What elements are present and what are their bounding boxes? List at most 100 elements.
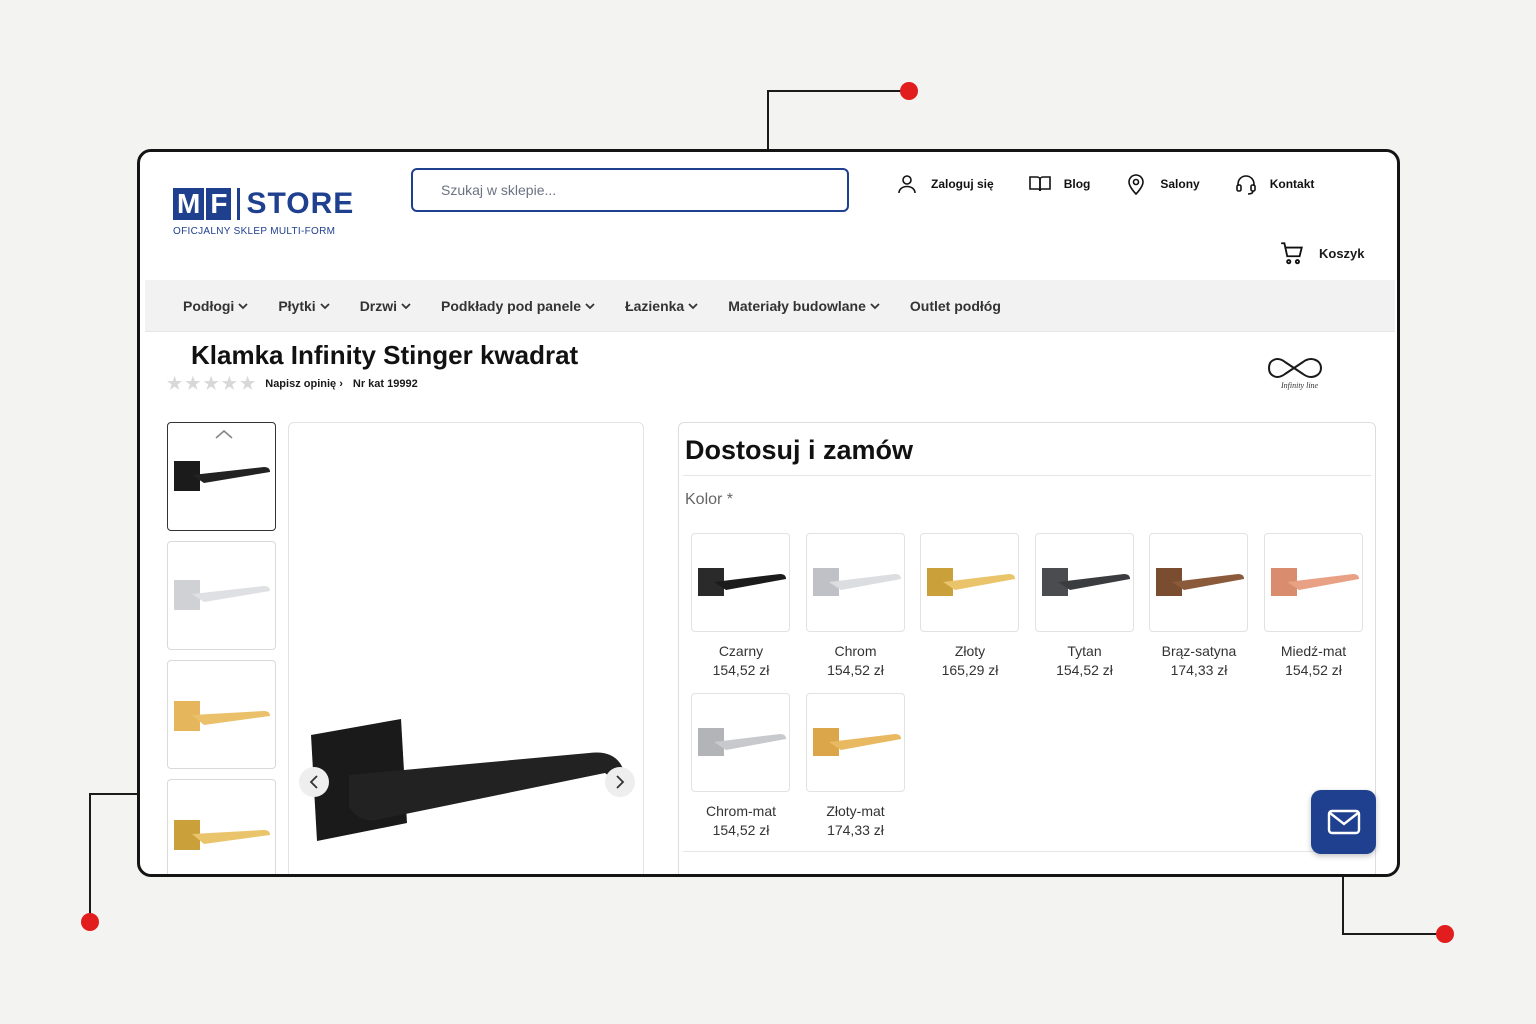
color-option-name: Brąz-satyna xyxy=(1161,643,1237,659)
handle-image-black xyxy=(174,461,270,491)
chevron-down-icon xyxy=(320,302,330,309)
next-image-button[interactable] xyxy=(605,767,635,797)
main-product-image[interactable] xyxy=(288,422,644,874)
logo-mark: M F xyxy=(173,188,232,220)
contact-mail-button[interactable] xyxy=(1311,790,1376,854)
connector-dot-right xyxy=(1436,925,1454,943)
nav-item-building-materials[interactable]: Materiały budowlane xyxy=(728,298,880,314)
connector-line-top-vertical xyxy=(767,90,769,150)
color-option-chrom-mat[interactable]: Chrom-mat 154,52 zł xyxy=(691,693,791,838)
blog-link[interactable]: Blog xyxy=(1028,172,1090,196)
showrooms-link[interactable]: Salony xyxy=(1124,172,1200,196)
chevron-right-icon xyxy=(616,775,625,789)
store-logo[interactable]: M F STORE OFICJALNY SKLEP MULTI-FORM xyxy=(173,188,354,237)
thumbnail-gold[interactable] xyxy=(167,779,276,874)
customize-title: Dostosuj i zamów xyxy=(685,435,914,465)
contact-label: Kontakt xyxy=(1269,177,1315,191)
color-option-name: Chrom xyxy=(834,643,877,659)
logo-separator xyxy=(237,188,241,220)
color-option-price: 154,52 zł xyxy=(827,662,884,678)
thumbnail-black[interactable] xyxy=(167,422,276,531)
thumbnail-chrome[interactable] xyxy=(167,541,276,650)
prev-image-button[interactable] xyxy=(299,767,329,797)
color-option-image xyxy=(1034,533,1134,632)
color-option-price: 154,52 zł xyxy=(712,822,770,838)
color-option-price: 154,52 zł xyxy=(712,662,770,678)
login-label: Zaloguj się xyxy=(931,177,994,191)
color-option-image xyxy=(805,533,905,632)
logo-letter-m: M xyxy=(173,188,205,220)
connector-dot-left xyxy=(81,913,99,931)
nav-item-floors[interactable]: Podłogi xyxy=(183,298,248,314)
star-icon: ★ xyxy=(185,374,201,393)
logo-letter-f: F xyxy=(206,188,232,220)
color-option-name: Chrom-mat xyxy=(705,803,776,819)
color-option-price: 174,33 zł xyxy=(827,822,884,838)
connector-line-left-horizontal xyxy=(89,793,139,795)
color-option-price: 174,33 zł xyxy=(1170,662,1228,678)
user-icon xyxy=(898,175,916,194)
showrooms-label: Salony xyxy=(1160,177,1200,191)
nav-label: Materiały budowlane xyxy=(728,297,866,314)
color-option-price: 154,52 zł xyxy=(1056,662,1113,678)
product-title: Klamka Infinity Stinger kwadrat xyxy=(191,340,579,370)
color-label: Kolor * xyxy=(685,491,734,508)
color-option-chrom[interactable]: Chrom 154,52 zł xyxy=(805,533,906,678)
infinity-line-logo[interactable]: Infinity line xyxy=(1259,344,1329,392)
color-option-price: 165,29 zł xyxy=(941,662,999,678)
color-option-czarny[interactable]: Czarny 154,52 zł xyxy=(691,533,791,678)
color-option-image xyxy=(1149,533,1248,632)
headset-icon xyxy=(1235,175,1256,195)
star-icon: ★ xyxy=(203,374,219,393)
connector-dot-top xyxy=(900,82,918,100)
color-option-brąz-satyna[interactable]: Brąz-satyna 174,33 zł xyxy=(1149,533,1249,678)
rating-stars[interactable]: ★ ★ ★ ★ ★ xyxy=(167,374,255,393)
star-icon: ★ xyxy=(167,374,183,393)
color-option-image xyxy=(1263,533,1363,632)
contact-link[interactable]: Kontakt xyxy=(1234,172,1315,196)
cart-label: Koszyk xyxy=(1319,245,1365,261)
color-option-miedź-mat[interactable]: Miedź-mat 154,52 zł xyxy=(1263,533,1364,678)
nav-item-underlays[interactable]: Podkłady pod panele xyxy=(441,298,595,314)
nav-label: Outlet podłóg xyxy=(909,297,1001,314)
nav-item-bathroom[interactable]: Łazienka xyxy=(625,298,698,314)
nav-label: Płytki xyxy=(278,297,316,314)
connector-line-right-horizontal xyxy=(1342,933,1446,935)
location-pin-icon xyxy=(1128,174,1145,196)
nav-label: Łazienka xyxy=(625,297,685,314)
divider xyxy=(683,851,1371,852)
nav-item-outlet[interactable]: Outlet podłóg xyxy=(910,298,1001,314)
handle-image-chrome xyxy=(174,580,270,610)
connector-line-left-vertical xyxy=(89,793,91,921)
chevron-down-icon xyxy=(238,302,248,309)
mail-icon xyxy=(1327,809,1360,835)
page: M F STORE OFICJALNY SKLEP MULTI-FORM Zal… xyxy=(145,152,1395,874)
brand-logo-text: Infinity line xyxy=(1280,381,1319,390)
login-link[interactable]: Zaloguj się xyxy=(895,172,994,196)
nav-item-doors[interactable]: Drzwi xyxy=(360,298,411,314)
color-option-image xyxy=(805,693,905,792)
color-option-name: Złoty-mat xyxy=(826,803,885,819)
color-option-image xyxy=(691,533,790,632)
header-links: Zaloguj się Blog Salony Kontakt xyxy=(895,172,1348,196)
handle-image-gold xyxy=(174,820,270,850)
nav-label: Drzwi xyxy=(359,297,398,314)
color-option-name: Złoty xyxy=(954,643,986,659)
product-meta: ★ ★ ★ ★ ★ Napisz opinię › Nr kat 19992 xyxy=(167,374,418,393)
chevron-up-icon[interactable] xyxy=(215,429,233,439)
write-review-label: Napisz opinię xyxy=(265,378,337,390)
color-option-tytan[interactable]: Tytan 154,52 zł xyxy=(1034,533,1135,678)
star-icon: ★ xyxy=(221,374,237,393)
chevron-down-icon xyxy=(688,302,698,309)
cart-button[interactable]: Koszyk xyxy=(1279,240,1365,266)
write-review-link[interactable]: Napisz opinię › xyxy=(265,378,343,390)
nav-label: Podkłady pod panele xyxy=(441,297,582,314)
color-option-złoty[interactable]: Złoty 165,29 zł xyxy=(920,533,1020,678)
nav-item-tiles[interactable]: Płytki xyxy=(278,297,330,314)
catalog-number: Nr kat 19992 xyxy=(352,378,418,390)
color-option-złoty-mat[interactable]: Złoty-mat 174,33 zł xyxy=(805,693,906,838)
thumbnail-gold-matte[interactable] xyxy=(167,660,276,769)
color-option-image xyxy=(691,693,790,792)
cart-icon xyxy=(1281,242,1303,265)
search-input[interactable] xyxy=(411,168,849,212)
